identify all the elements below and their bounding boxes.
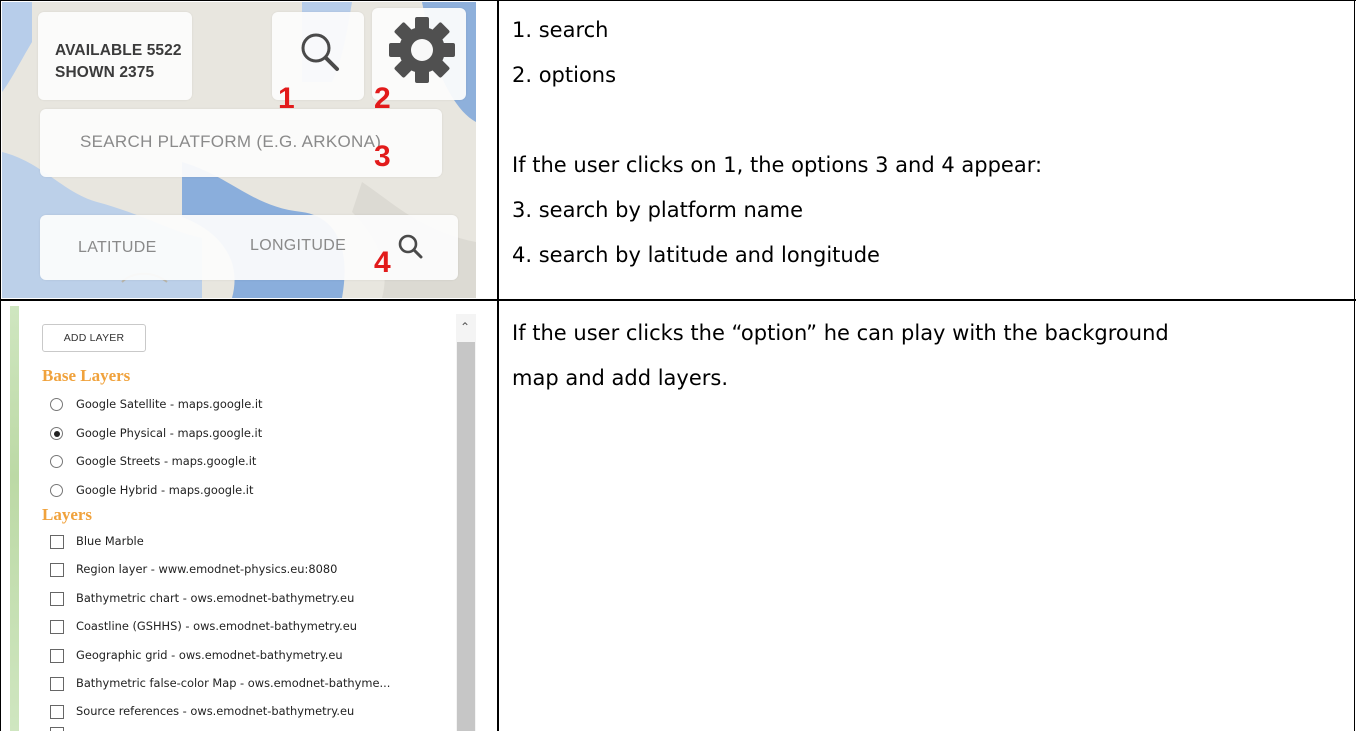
marker-4: 4 (374, 246, 391, 279)
overlay-layer-label: Geographic grid - ows.emodnet-bathymetry… (76, 648, 343, 662)
available-count: AVAILABLE 5522 (55, 42, 182, 59)
desc-bottom-line-2: map and add layers. (512, 366, 729, 390)
checkbox[interactable] (50, 535, 64, 549)
checkbox[interactable] (50, 620, 64, 634)
overlay-layer-label: Bathymetric chart - ows.emodnet-bathymet… (76, 591, 355, 605)
chevron-up-icon[interactable]: ⌃ (460, 320, 470, 334)
shown-count: SHOWN 2375 (55, 64, 155, 81)
layer-switcher-panel: ADD LAYER Base Layers Google Satellite -… (10, 306, 476, 731)
radio-button[interactable] (50, 398, 63, 411)
table-border-left (0, 0, 1, 731)
base-layer-label: Google Hybrid - maps.google.it (76, 483, 254, 497)
add-layer-button[interactable]: ADD LAYER (42, 324, 146, 352)
desc-bottom-line-1: If the user clicks the “option” he can p… (512, 321, 1169, 345)
checkbox[interactable] (50, 705, 64, 719)
radio-button[interactable] (50, 455, 63, 468)
overlay-layer-label: Coastline (GSHHS) - ows.emodnet-bathymet… (76, 619, 357, 633)
platform-search-placeholder: SEARCH PLATFORM (E.G. ARKONA) (80, 132, 382, 151)
radio-button[interactable] (50, 484, 63, 497)
table-border-right (1354, 0, 1355, 731)
radio-button-selected[interactable] (50, 427, 63, 440)
base-layer-label: Google Satellite - maps.google.it (76, 397, 263, 411)
map-widget-screenshot: AVAILABLE 5522 SHOWN 2375 SEARCH PLATFOR… (2, 2, 476, 298)
map-edge-strip (10, 306, 19, 731)
desc-top-line-4: 3. search by platform name (512, 198, 804, 222)
latlon-search-row: LATITUDE LONGITUDE (40, 215, 458, 280)
table-border-top (0, 0, 1356, 1)
desc-top-line-3: If the user clicks on 1, the options 3 a… (512, 153, 1043, 177)
desc-top-line-5: 4. search by latitude and longitude (512, 243, 880, 267)
base-layer-label: Google Physical - maps.google.it (76, 426, 263, 440)
base-layers-heading: Base Layers (42, 366, 131, 385)
counts-panel: AVAILABLE 5522 SHOWN 2375 (38, 12, 192, 100)
desc-top-line-1: 1. search (512, 18, 609, 42)
checkbox[interactable] (50, 677, 64, 691)
longitude-input[interactable]: LONGITUDE (250, 237, 346, 255)
layers-heading: Layers (42, 505, 93, 524)
marker-2: 2 (374, 82, 391, 115)
base-layer-label: Google Streets - maps.google.it (76, 454, 257, 468)
overlay-layer-label: Blue Marble (76, 534, 144, 548)
checkbox[interactable] (50, 727, 64, 731)
table-divider-horizontal (0, 299, 1356, 301)
scrollbar-thumb[interactable] (457, 342, 475, 731)
marker-3: 3 (374, 140, 391, 173)
layer-panel-scrollbar[interactable]: ⌃ (456, 314, 476, 731)
table-divider-vertical (497, 0, 499, 731)
marker-1: 1 (278, 82, 295, 115)
overlay-layer-label: Bathymetric false-color Map - ows.emodne… (76, 676, 391, 690)
checkbox[interactable] (50, 563, 64, 577)
latlon-search-icon[interactable] (396, 232, 426, 262)
overlay-layer-label: Source references - ows.emodnet-bathymet… (76, 704, 355, 718)
latitude-input[interactable]: LATITUDE (78, 239, 157, 257)
checkbox[interactable] (50, 649, 64, 663)
desc-top-line-2: 2. options (512, 63, 617, 87)
checkbox[interactable] (50, 592, 64, 606)
overlay-layer-label: Region layer - www.emodnet-physics.eu:80… (76, 562, 338, 576)
